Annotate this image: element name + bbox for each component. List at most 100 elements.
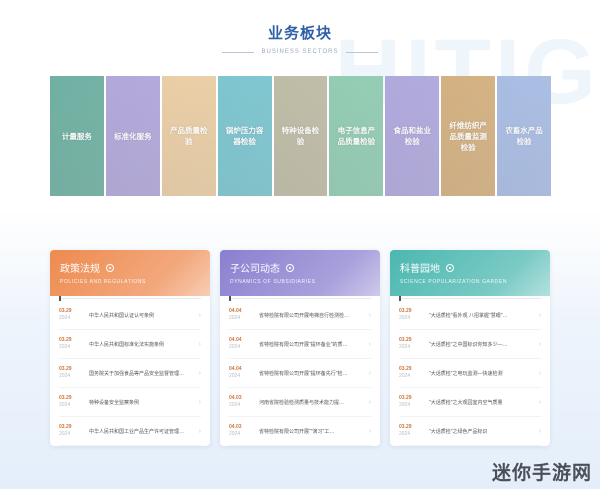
- news-item[interactable]: 03.29 2024 "大话质检"之绿色产品标识 ›: [399, 417, 541, 446]
- business-tile[interactable]: 电子信息产品质量检验: [329, 76, 384, 196]
- card-list: 03.29 2024 中华人民共和国认证认可条例 › 03.29 2024 中华人民共和国标…: [50, 296, 210, 446]
- business-tile[interactable]: 食品和盐业检验: [385, 76, 440, 196]
- divider-line: [221, 51, 254, 53]
- business-tile-label: 农畜水产品检验: [505, 126, 543, 146]
- news-day: 03.29: [399, 308, 412, 314]
- news-title: 省特检院有限公司开展"提环备业"的质…: [259, 341, 348, 348]
- business-tile[interactable]: 纤维纺织产品质量监测检验: [441, 76, 496, 196]
- news-date: 04.04 2024: [229, 337, 253, 351]
- card-list: 04.04 2024 省特检院有限公司开展电梯自行检测检… › 04.04 2024 省特检…: [220, 296, 380, 446]
- news-date: 03.29 2024: [399, 366, 423, 380]
- news-item[interactable]: 03.29 2024 中华人民共和国标准化法实施条例 ›: [59, 330, 201, 359]
- business-tile[interactable]: 标准化服务: [105, 76, 160, 196]
- news-year: 2024: [229, 431, 241, 437]
- news-date: 03.29 2024: [59, 366, 83, 380]
- news-title: 国务院关于加强食品等产品安全监督管理…: [89, 370, 185, 377]
- news-day: 04.04: [229, 366, 242, 372]
- card-subtitle: DYNAMICS OF SUBSIDIARIES: [230, 279, 316, 285]
- science-card: 科普园地 SCIENCE POPULARIZATION GARDEN 03.29 20…: [390, 250, 550, 446]
- chevron-right-icon: ›: [198, 427, 201, 435]
- news-year: 2024: [229, 344, 241, 350]
- news-item[interactable]: 03.29 2024 国务院关于加强食品等产品安全监督管理… ›: [59, 359, 201, 388]
- news-day: 04.03: [229, 424, 242, 430]
- news-day: 03.29: [59, 308, 72, 314]
- card-tab-indicator: [59, 296, 201, 301]
- business-tile[interactable]: 农畜水产品检验: [497, 76, 552, 196]
- news-year: 2024: [59, 431, 71, 437]
- business-tile[interactable]: 产品质量检验: [161, 76, 216, 196]
- news-item[interactable]: 04.04 2024 省特检院有限公司开展"提环备业"的质… ›: [229, 330, 371, 359]
- business-tile-label: 食品和盐业检验: [393, 126, 432, 146]
- card-subtitle: POLICIES AND REGULATIONS: [60, 279, 146, 285]
- news-day: 04.04: [229, 308, 242, 314]
- news-title: 省特检院有限公司开展"提环备先行"检…: [259, 370, 348, 377]
- news-date: 03.29 2024: [59, 337, 83, 351]
- card-header[interactable]: 科普园地 SCIENCE POPULARIZATION GARDEN: [390, 250, 550, 296]
- news-title: 中华人民共和国标准化法实施条例: [89, 341, 165, 348]
- news-day: 03.29: [399, 424, 412, 430]
- chevron-right-icon: ›: [538, 398, 541, 406]
- card-header[interactable]: 政策法规 POLICIES AND REGULATIONS: [50, 250, 210, 296]
- news-year: 2024: [229, 373, 241, 379]
- news-day: 04.04: [229, 337, 242, 343]
- business-tile[interactable]: 锅炉压力容器检验: [217, 76, 272, 196]
- site-watermark: 迷你手游网: [491, 462, 592, 484]
- card-subtitle: SCIENCE POPULARIZATION GARDEN: [400, 279, 508, 285]
- news-item[interactable]: 03.29 2024 特种设备安全监察条例 ›: [59, 388, 201, 417]
- chevron-right-icon: ›: [538, 427, 541, 435]
- news-title: "大话质检"之绿色产品标识: [429, 428, 488, 435]
- news-item[interactable]: 04.04 2024 省特检院有限公司开展电梯自行检测检… ›: [229, 301, 371, 330]
- card-title-row: 政策法规: [60, 260, 200, 275]
- more-circle-icon[interactable]: [446, 263, 454, 272]
- news-day: 03.29: [59, 337, 72, 343]
- card-list: 03.29 2024 "大话质检"看外观 八招掌握"慧眼"… › 03.29 2024 "大…: [390, 296, 550, 446]
- business-tile-label: 产品质量检验: [169, 126, 208, 146]
- news-item[interactable]: 03.29 2024 "大话质检"之大观园室内空气质量 ›: [399, 388, 541, 417]
- business-tile[interactable]: 计量服务: [50, 76, 104, 196]
- news-year: 2024: [399, 373, 411, 379]
- card-title: 科普园地: [400, 264, 440, 275]
- chevron-right-icon: ›: [538, 340, 541, 348]
- news-item[interactable]: 03.29 2024 中华人民共和国工业产品生产许可证管理… ›: [59, 417, 201, 446]
- news-item[interactable]: 03.29 2024 "大话质检"之中国标识你知多少—… ›: [399, 330, 541, 359]
- card-title-row: 科普园地: [400, 260, 540, 275]
- more-circle-icon[interactable]: [106, 263, 114, 272]
- business-tile-label: 电子信息产品质量检验: [337, 126, 376, 146]
- business-tile[interactable]: 特种设备检验: [273, 76, 328, 196]
- news-title: "大话质检"之中国标识你知多少—…: [429, 341, 508, 348]
- section-subtitle-row: BUSINESS SECTORS: [0, 49, 600, 55]
- business-tile-label: 锅炉压力容器检验: [225, 126, 264, 146]
- news-day: 03.29: [399, 395, 412, 401]
- news-title: "大话质检"之大观园室内空气质量: [429, 399, 503, 406]
- more-circle-icon[interactable]: [286, 263, 294, 272]
- chevron-right-icon: ›: [368, 369, 371, 377]
- business-tiles: 计量服务 标准化服务 产品质量检验 锅炉压力容器检验 特种设备检验 电子信息产品质量检验食…: [50, 76, 552, 196]
- news-item[interactable]: 03.29 2024 中华人民共和国认证认可条例 ›: [59, 301, 201, 330]
- chevron-right-icon: ›: [198, 340, 201, 348]
- news-date: 03.29 2024: [399, 424, 423, 438]
- chevron-right-icon: ›: [198, 369, 201, 377]
- business-tile-label: 纤维纺织产品质量监测检验: [449, 120, 487, 152]
- news-title: 中华人民共和国认证认可条例: [89, 312, 155, 319]
- news-title: 省特检院有限公司开展电梯自行检测检…: [259, 312, 350, 319]
- chevron-right-icon: ›: [538, 311, 541, 319]
- news-item[interactable]: 04.03 2024 河南省院检验检测质量与技术能力提… ›: [229, 388, 371, 417]
- news-item[interactable]: 04.03 2024 省特检院有限公司开展""演习"工… ›: [229, 417, 371, 446]
- news-day: 03.29: [59, 424, 72, 430]
- card-title: 政策法规: [60, 264, 100, 275]
- news-year: 2024: [399, 315, 411, 321]
- news-year: 2024: [399, 431, 411, 437]
- news-title: 省特检院有限公司开展""演习"工…: [259, 428, 335, 435]
- news-title: 中华人民共和国工业产品生产许可证管理…: [89, 428, 185, 435]
- card-header[interactable]: 子公司动态 DYNAMICS OF SUBSIDIARIES: [220, 250, 380, 296]
- news-item[interactable]: 03.29 2024 "大话质检"之电玩监测—快速检测 ›: [399, 359, 541, 388]
- news-year: 2024: [59, 373, 71, 379]
- policies-card: 政策法规 POLICIES AND REGULATIONS 03.29 2024 中华人…: [50, 250, 210, 446]
- news-date: 03.29 2024: [59, 395, 83, 409]
- news-item[interactable]: 03.29 2024 "大话质检"看外观 八招掌握"慧眼"… ›: [399, 301, 541, 330]
- divider-line: [346, 51, 379, 53]
- news-day: 03.29: [399, 337, 412, 343]
- section-header: 业务板块 BUSINESS SECTORS: [0, 22, 600, 55]
- section-subtitle: BUSINESS SECTORS: [261, 49, 339, 55]
- news-item[interactable]: 04.04 2024 省特检院有限公司开展"提环备先行"检… ›: [229, 359, 371, 388]
